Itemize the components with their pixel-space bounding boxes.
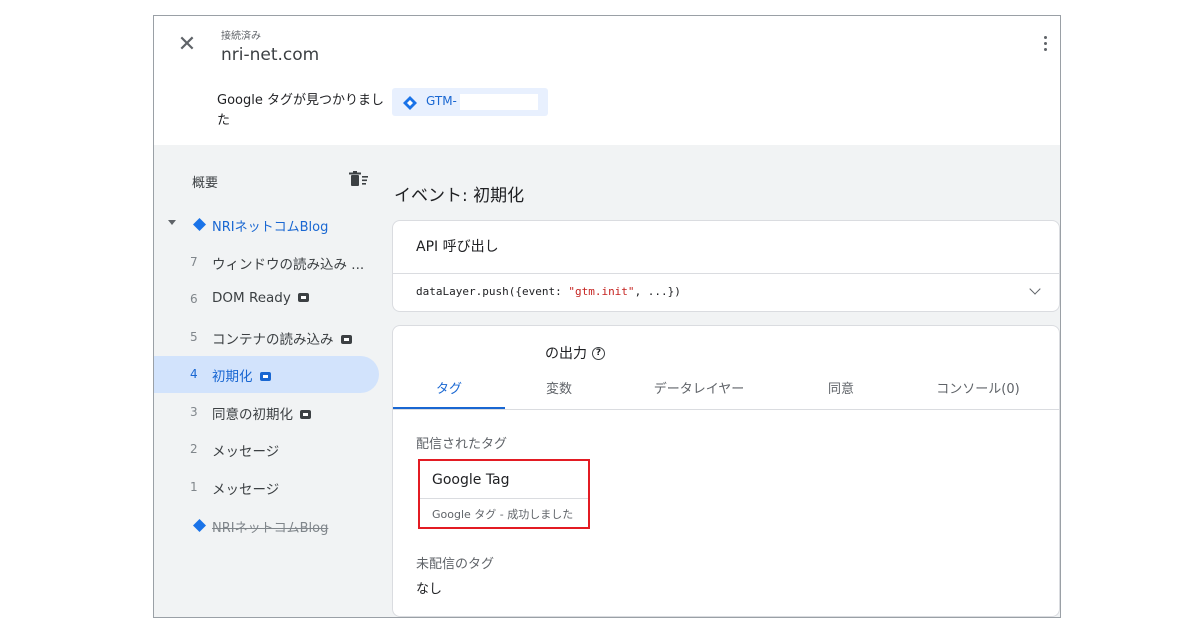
event-number: 2 <box>190 442 198 456</box>
event-name: 同意の初期化 <box>212 403 311 423</box>
api-call-title: API 呼び出し <box>416 239 499 255</box>
delete-sweep-icon[interactable] <box>349 171 369 187</box>
tab-tags[interactable]: タグ <box>393 370 505 409</box>
not-fired-tags-value: なし <box>416 582 443 597</box>
caret-down-icon[interactable] <box>168 220 176 225</box>
output-card: の出力? タグ 変数 データレイヤー 同意 コンソール(0) 配信されたタグ G… <box>392 325 1060 617</box>
tab-console[interactable]: コンソール(0) <box>923 370 1033 409</box>
event-name: コンテナの読み込み <box>212 328 352 348</box>
chevron-down-icon[interactable] <box>1029 283 1041 295</box>
code-prefix: dataLayer.push({event: <box>416 285 569 298</box>
event-name: 初期化 <box>212 365 271 385</box>
event-list-item[interactable]: 2 メッセージ <box>154 431 379 468</box>
event-name: ウィンドウの読み込み ... <box>212 253 364 273</box>
found-tags-label: Google タグが見つかりました <box>217 93 384 128</box>
previous-container-name: NRIネットコムBlog <box>212 521 329 536</box>
tab-variables[interactable]: 変数 <box>505 370 613 409</box>
redacted-id-mask <box>460 94 538 110</box>
gtm-diamond-icon <box>403 96 417 110</box>
sidebar-item-summary[interactable]: 概要 <box>192 172 218 191</box>
gtm-event-badge-icon <box>297 292 309 302</box>
tag-assistant-window: ✕ 接続済み nri-net.com Google タグが見つかりました GTM… <box>153 15 1061 618</box>
event-list-item[interactable]: 4 初期化 <box>154 356 379 393</box>
event-list-item[interactable]: 7 ウィンドウの読み込み ... <box>154 244 379 281</box>
help-icon[interactable]: ? <box>592 346 605 360</box>
close-icon[interactable]: ✕ <box>176 34 198 56</box>
event-sidebar: 概要 NRIネットコムBlog 7 ウィンドウの読み込み ... 6 DOM Read… <box>154 145 384 617</box>
previous-container-item[interactable]: NRIネットコムBlog <box>154 515 379 537</box>
event-title: イベント: 初期化 <box>394 186 525 206</box>
event-list-item[interactable]: 5 コンテナの読み込み <box>154 319 379 356</box>
divider <box>420 498 588 499</box>
event-number: 3 <box>190 405 198 419</box>
api-call-code: dataLayer.push({event: "gtm.init", ...}) <box>416 285 681 298</box>
divider <box>393 273 1059 274</box>
event-name-text: 初期化 <box>212 369 253 385</box>
event-name-text: ウィンドウの読み込み ... <box>212 257 365 273</box>
event-list-item[interactable]: 1 メッセージ <box>154 469 379 506</box>
tag-status: Google タグ - 成功しました <box>432 508 574 521</box>
gtm-event-badge-icon <box>259 371 271 381</box>
event-name-text: コンテナの読み込み <box>212 332 334 348</box>
event-name-text: メッセージ <box>212 482 280 498</box>
connection-status: 接続済み <box>221 31 261 42</box>
event-name-text: 同意の初期化 <box>212 407 293 423</box>
fired-tag-card[interactable]: Google Tag Google タグ - 成功しました <box>418 459 590 529</box>
event-number: 7 <box>190 255 198 269</box>
code-string: "gtm.init" <box>568 285 635 298</box>
event-name: メッセージ <box>212 440 279 460</box>
event-list-item[interactable]: 3 同意の初期化 <box>154 394 379 431</box>
api-call-card: API 呼び出し dataLayer.push({event: "gtm.ini… <box>392 220 1060 312</box>
header-bar: ✕ 接続済み nri-net.com <box>154 16 1060 79</box>
container-name: NRIネットコムBlog <box>212 220 329 235</box>
more-vert-icon[interactable] <box>1042 36 1048 56</box>
container-tree-item[interactable]: NRIネットコムBlog <box>154 214 379 236</box>
event-number: 6 <box>190 292 198 306</box>
event-number: 4 <box>190 367 198 381</box>
tab-data-layer[interactable]: データレイヤー <box>633 370 765 409</box>
connected-domain: nri-net.com <box>221 45 320 65</box>
output-tabs: タグ 変数 データレイヤー 同意 コンソール(0) <box>393 370 1059 410</box>
found-tags-row: Google タグが見つかりました GTM- <box>154 78 1060 146</box>
output-title: の出力? <box>545 343 605 363</box>
tag-name: Google Tag <box>432 472 510 488</box>
event-name-text: DOM Ready <box>212 290 291 306</box>
not-fired-tags-heading: 未配信のタグ <box>416 557 495 572</box>
tab-consent[interactable]: 同意 <box>793 370 889 409</box>
gtm-container-chip[interactable]: GTM- <box>392 88 548 116</box>
gtm-diamond-icon <box>193 519 206 532</box>
gtm-container-id: GTM- <box>426 94 457 108</box>
event-list-item[interactable]: 6 DOM Ready <box>154 281 379 318</box>
event-name-text: メッセージ <box>212 444 280 460</box>
code-suffix: , ...}) <box>634 285 681 298</box>
event-name: DOM Ready <box>212 290 309 306</box>
fired-tags-heading: 配信されたタグ <box>416 437 508 452</box>
output-title-text: の出力 <box>545 346 587 362</box>
gtm-event-badge-icon <box>340 334 352 344</box>
event-name: メッセージ <box>212 478 279 498</box>
gtm-event-badge-icon <box>300 409 311 419</box>
main-panel: イベント: 初期化 API 呼び出し dataLayer.push({event… <box>392 145 1060 617</box>
event-number: 5 <box>190 330 198 344</box>
content-area: 概要 NRIネットコムBlog 7 ウィンドウの読み込み ... 6 DOM Read… <box>154 145 1060 617</box>
event-number: 1 <box>190 480 198 494</box>
gtm-diamond-icon <box>193 218 206 231</box>
